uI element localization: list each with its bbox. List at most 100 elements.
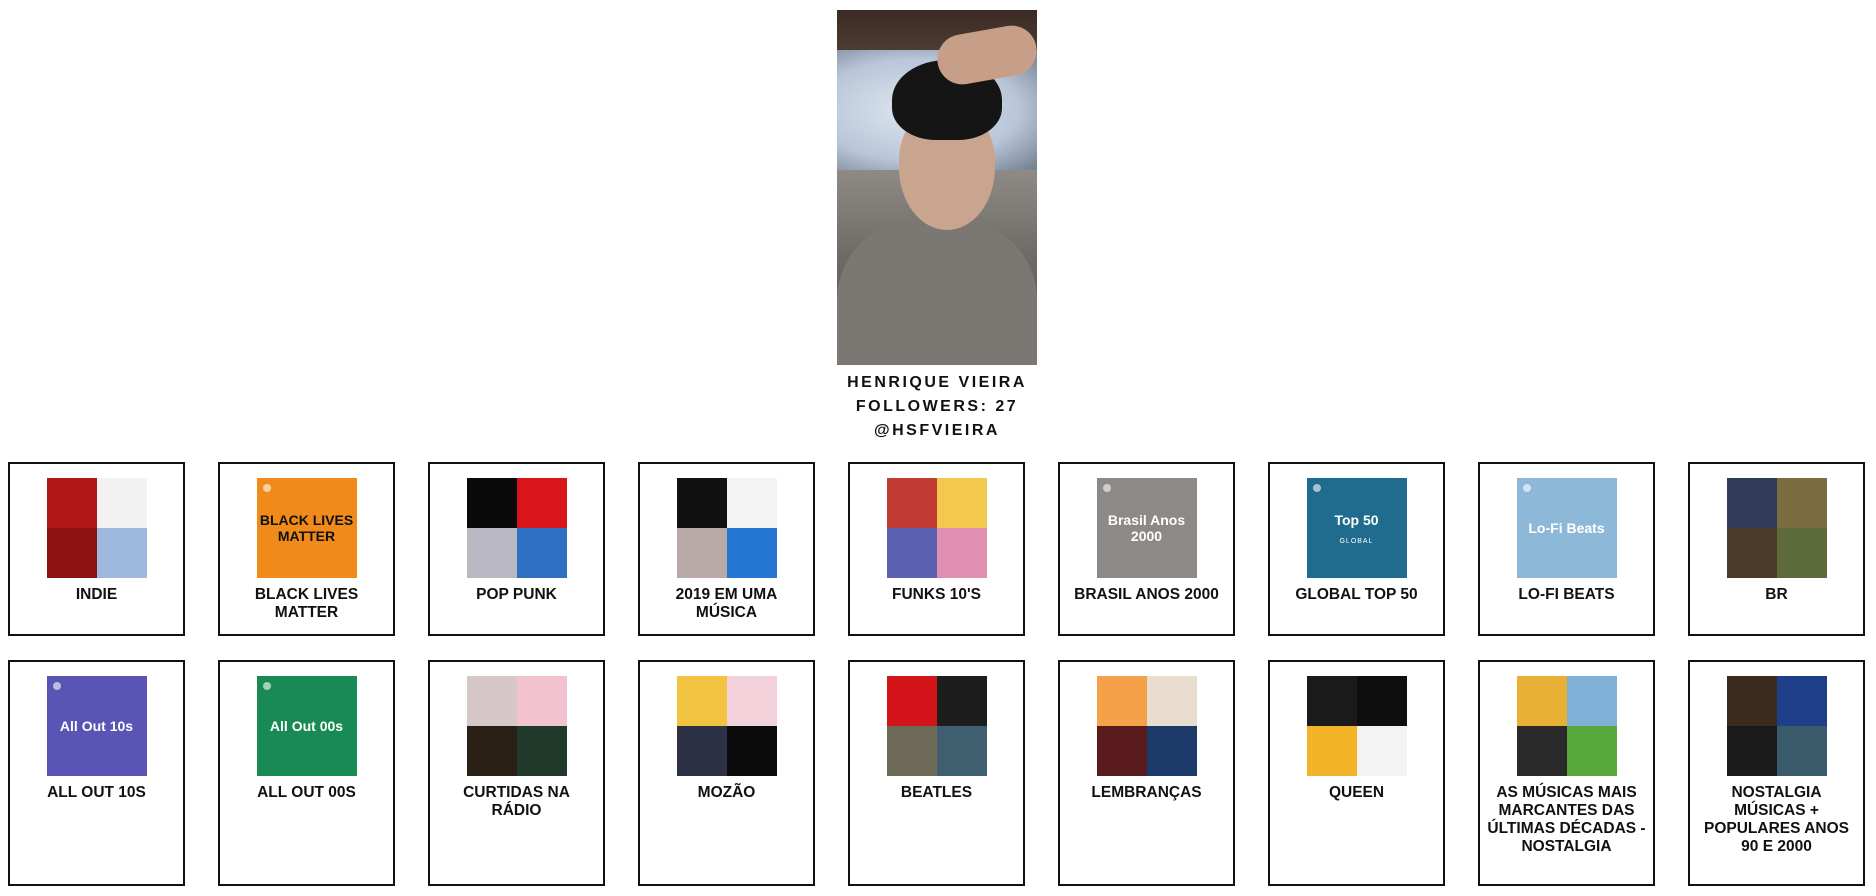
cover-title-text: Top 50 [1334, 511, 1379, 528]
playlist-cover[interactable] [1726, 676, 1827, 776]
cover-tile [726, 676, 777, 726]
playlist-grid: INDIE BLACK LIVES MATTER BLACK LIVES MATTE… [8, 462, 1868, 886]
cover-tile [936, 726, 987, 776]
playlist-card[interactable]: FUNKS 10'S [848, 462, 1025, 636]
profile-followers: FOLLOWERS: 27 [855, 398, 1019, 415]
cover-tile [466, 726, 517, 776]
cover-tile [1096, 726, 1147, 776]
playlist-cover[interactable]: Lo-Fi Beats [1516, 478, 1617, 578]
cover-tile [516, 528, 567, 578]
cover-tile [516, 726, 567, 776]
playlist-title[interactable]: MOZÃO [647, 784, 807, 802]
playlist-card[interactable]: Top 50 GLOBAL GLOBAL TOP 50 [1268, 462, 1445, 636]
cover-tile [466, 478, 517, 528]
cover-tile [1516, 726, 1567, 776]
cover-title-text: BLACK LIVES MATTER [259, 512, 354, 544]
playlist-title[interactable]: POP PUNK [437, 586, 597, 604]
playlist-title[interactable]: BRASIL ANOS 2000 [1067, 586, 1227, 604]
cover-tile [886, 478, 937, 528]
cover-tile [936, 676, 987, 726]
spotify-logo-icon [1522, 484, 1531, 492]
playlist-cover[interactable] [886, 676, 987, 776]
cover-tile [1356, 726, 1407, 776]
playlist-card[interactable]: Brasil Anos 2000 BRASIL ANOS 2000 [1058, 462, 1235, 636]
playlist-cover[interactable] [676, 676, 777, 776]
playlist-card[interactable]: BEATLES [848, 660, 1025, 886]
playlist-title[interactable]: 2019 EM UMA MÚSICA [647, 586, 807, 622]
playlist-cover[interactable] [46, 478, 147, 578]
cover-tile [1356, 676, 1407, 726]
playlist-cover[interactable] [1306, 676, 1407, 776]
profile-info: HENRIQUE VIEIRA FOLLOWERS: 27 @HSFVIEIRA [847, 371, 1027, 443]
playlist-title[interactable]: CURTIDAS NA RÁDIO [437, 784, 597, 820]
playlist-card[interactable]: LEMBRANÇAS [1058, 660, 1235, 886]
playlist-cover[interactable] [1096, 676, 1197, 776]
spotify-logo-icon [262, 484, 271, 492]
playlist-card[interactable]: QUEEN [1268, 660, 1445, 886]
playlist-card[interactable]: BR [1688, 462, 1865, 636]
cover-title-text: Brasil Anos 2000 [1107, 512, 1186, 544]
cover-tile [886, 528, 937, 578]
cover-tile [466, 528, 517, 578]
playlist-title[interactable]: GLOBAL TOP 50 [1277, 586, 1437, 604]
playlist-card[interactable]: All Out 00s ALL OUT 00S [218, 660, 395, 886]
cover-tile [516, 478, 567, 528]
playlist-title[interactable]: AS MÚSICAS MAIS MARCANTES DAS ÚLTIMAS DÉ… [1487, 784, 1647, 856]
playlist-cover[interactable] [466, 478, 567, 578]
cover-tile [1776, 478, 1827, 528]
playlist-card[interactable]: All Out 10s ALL OUT 10S [8, 660, 185, 886]
playlist-cover[interactable]: Top 50 GLOBAL [1306, 478, 1407, 578]
cover-tile [1096, 676, 1147, 726]
playlist-title[interactable]: LEMBRANÇAS [1067, 784, 1227, 802]
playlist-cover[interactable] [466, 676, 567, 776]
playlist-card[interactable]: Lo-Fi Beats LO-FI BEATS [1478, 462, 1655, 636]
cover-tile [1726, 478, 1777, 528]
playlist-cover[interactable] [1516, 676, 1617, 776]
cover-tile [46, 478, 97, 528]
playlist-card[interactable]: CURTIDAS NA RÁDIO [428, 660, 605, 886]
playlist-title[interactable]: ALL OUT 10S [17, 784, 177, 802]
cover-tile [516, 676, 567, 726]
playlist-card[interactable]: MOZÃO [638, 660, 815, 886]
playlist-card[interactable]: NOSTALGIA MÚSICAS + POPULARES ANOS 90 E … [1688, 660, 1865, 886]
playlist-cover[interactable] [676, 478, 777, 578]
playlist-card[interactable]: BLACK LIVES MATTER BLACK LIVES MATTER [218, 462, 395, 636]
playlist-title[interactable]: INDIE [17, 586, 177, 604]
cover-title-text: Lo-Fi Beats [1528, 520, 1605, 536]
playlist-title[interactable]: NOSTALGIA MÚSICAS + POPULARES ANOS 90 E … [1697, 784, 1857, 856]
cover-tile [886, 726, 937, 776]
profile-name: HENRIQUE VIEIRA [847, 374, 1027, 391]
cover-tile [1566, 726, 1617, 776]
cover-tile [1306, 676, 1357, 726]
cover-tile [676, 528, 727, 578]
cover-tile [1566, 676, 1617, 726]
playlist-title[interactable]: LO-FI BEATS [1487, 586, 1647, 604]
playlist-cover[interactable]: All Out 10s [46, 676, 147, 776]
playlist-card[interactable]: INDIE [8, 462, 185, 636]
playlist-cover[interactable] [886, 478, 987, 578]
playlist-cover[interactable]: Brasil Anos 2000 [1096, 478, 1197, 578]
spotify-logo-icon [1102, 484, 1111, 492]
playlist-title[interactable]: ALL OUT 00S [227, 784, 387, 802]
spotify-logo-icon [262, 682, 271, 690]
playlist-cover[interactable] [1726, 478, 1827, 578]
playlist-cover[interactable]: BLACK LIVES MATTER [256, 478, 357, 578]
playlist-card[interactable]: 2019 EM UMA MÚSICA [638, 462, 815, 636]
playlist-cover[interactable]: All Out 00s [256, 676, 357, 776]
playlist-title[interactable]: QUEEN [1277, 784, 1437, 802]
playlist-title[interactable]: FUNKS 10'S [857, 586, 1017, 604]
cover-title-text: All Out 10s [59, 718, 134, 734]
cover-tile [676, 478, 727, 528]
cover-tile [726, 726, 777, 776]
playlist-card[interactable]: AS MÚSICAS MAIS MARCANTES DAS ÚLTIMAS DÉ… [1478, 660, 1655, 886]
cover-tile [46, 528, 97, 578]
cover-tile [676, 676, 727, 726]
profile-handle: @HSFVIEIRA [874, 422, 1000, 439]
cover-tile [96, 478, 147, 528]
playlist-title[interactable]: BEATLES [857, 784, 1017, 802]
playlist-title[interactable]: BR [1697, 586, 1857, 604]
cover-tile [1726, 676, 1777, 726]
playlist-card[interactable]: POP PUNK [428, 462, 605, 636]
playlist-title[interactable]: BLACK LIVES MATTER [227, 586, 387, 622]
cover-tile [466, 676, 517, 726]
